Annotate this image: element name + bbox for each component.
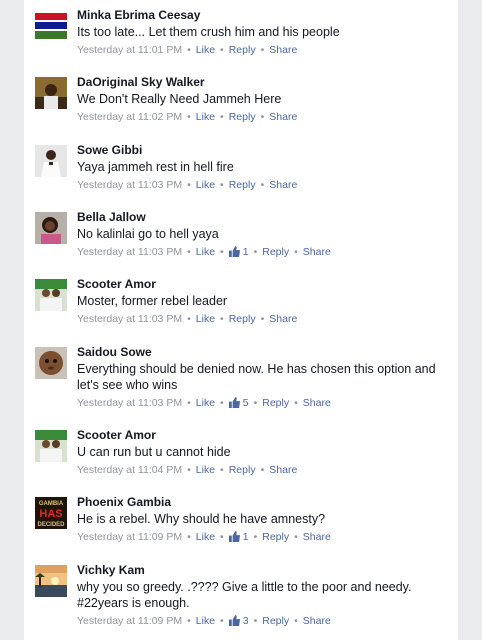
comment-author[interactable]: DaOriginal Sky Walker xyxy=(77,74,447,90)
avatar-woman-icon[interactable] xyxy=(35,212,67,244)
avatar-gambia-flag-icon[interactable] xyxy=(35,10,67,42)
share-button[interactable]: Share xyxy=(269,313,297,325)
comment-timestamp[interactable]: Yesterday at 11:09 PM xyxy=(77,615,182,627)
comment-text: No kalinlai go to hell yaya xyxy=(77,227,219,241)
comment-author[interactable]: Scooter Amor xyxy=(77,276,447,292)
reply-button[interactable]: Reply xyxy=(229,464,256,476)
reply-button[interactable]: Reply xyxy=(262,615,289,627)
like-count-value: 5 xyxy=(242,397,249,409)
like-button[interactable]: Like xyxy=(196,44,215,56)
avatar-group-photo-icon[interactable] xyxy=(35,430,67,462)
like-count-value: 3 xyxy=(242,615,249,627)
comment-meta: Yesterday at 11:03 PM • Like • 1 • Reply • Share xyxy=(77,246,331,258)
comment-author[interactable]: Saidou Sowe xyxy=(77,344,447,360)
comment-text: Its too late... Let them crush him and h… xyxy=(77,25,340,39)
like-count[interactable]: 1 xyxy=(228,531,249,543)
comment-timestamp[interactable]: Yesterday at 11:03 PM xyxy=(77,179,182,191)
share-button[interactable]: Share xyxy=(303,397,331,409)
avatar-man-white-shirt-icon[interactable] xyxy=(35,145,67,177)
comment-text: why you so greedy. .???? Give a little t… xyxy=(77,579,447,611)
comment-text: Yaya jammeh rest in hell fire xyxy=(77,160,234,174)
comment-meta: Yesterday at 11:04 PM • Like • Reply • Share xyxy=(77,464,298,476)
reply-button[interactable]: Reply xyxy=(262,246,289,258)
comment-timestamp[interactable]: Yesterday at 11:04 PM xyxy=(77,464,182,476)
comment-text: U can run but u cannot hide xyxy=(77,445,231,459)
like-button[interactable]: Like xyxy=(196,313,215,325)
comment-timestamp[interactable]: Yesterday at 11:03 PM xyxy=(77,246,182,258)
reply-button[interactable]: Reply xyxy=(229,111,256,123)
page: Minka Ebrima Ceesay Its too late... Let … xyxy=(0,0,482,640)
avatar-sunset-landscape-icon[interactable] xyxy=(35,565,67,597)
comment-meta: Yesterday at 11:01 PM • Like • Reply • Share xyxy=(77,44,298,56)
comment-author[interactable]: Minka Ebrima Ceesay xyxy=(77,7,447,23)
like-button[interactable]: Like xyxy=(196,397,215,409)
comment-text-part: is enough. xyxy=(128,596,190,610)
poster-lettering-decided: DECIDED xyxy=(37,522,65,528)
comment-feed: Minka Ebrima Ceesay Its too late... Let … xyxy=(24,0,458,640)
thumbs-up-icon xyxy=(228,531,240,542)
like-button[interactable]: Like xyxy=(196,246,215,258)
like-button[interactable]: Like xyxy=(196,111,215,123)
avatar-child-icon[interactable] xyxy=(35,347,67,379)
like-count[interactable]: 1 xyxy=(228,246,249,258)
comment-timestamp[interactable]: Yesterday at 11:01 PM xyxy=(77,44,182,56)
share-button[interactable]: Share xyxy=(269,464,297,476)
like-button[interactable]: Like xyxy=(196,531,215,543)
comment-timestamp[interactable]: Yesterday at 11:03 PM xyxy=(77,313,182,325)
comment-meta: Yesterday at 11:03 PM • Like • Reply • Share xyxy=(77,179,298,191)
avatar-man-icon[interactable] xyxy=(35,77,67,109)
like-count[interactable]: 3 xyxy=(228,615,249,627)
thumbs-up-icon xyxy=(228,615,240,626)
comment-timestamp[interactable]: Yesterday at 11:09 PM xyxy=(77,531,182,543)
like-count-value: 1 xyxy=(242,531,249,543)
share-button[interactable]: Share xyxy=(303,531,331,543)
comment-timestamp[interactable]: Yesterday at 11:03 PM xyxy=(77,397,182,409)
comment-meta: Yesterday at 11:09 PM • Like • 3 • Reply • Share xyxy=(77,615,331,627)
reply-button[interactable]: Reply xyxy=(262,397,289,409)
share-button[interactable]: Share xyxy=(303,246,331,258)
thumbs-up-icon xyxy=(228,397,240,408)
like-count[interactable]: 5 xyxy=(228,397,249,409)
comment-meta: Yesterday at 11:02 PM • Like • Reply • Share xyxy=(77,111,298,123)
share-button[interactable]: Share xyxy=(269,44,297,56)
comment-meta: Yesterday at 11:03 PM • Like • Reply • Share xyxy=(77,313,298,325)
reply-button[interactable]: Reply xyxy=(229,44,256,56)
like-button[interactable]: Like xyxy=(196,615,215,627)
hashtag-link[interactable]: #22years xyxy=(77,596,128,610)
comment-author[interactable]: Bella Jallow xyxy=(77,209,447,225)
share-button[interactable]: Share xyxy=(269,179,297,191)
comment-text: He is a rebel. Why should he have amnest… xyxy=(77,512,326,526)
poster-lettering-gambia: GAMBIA xyxy=(39,501,64,507)
comment-text: We Don't Really Need Jammeh Here xyxy=(77,92,282,106)
comment-timestamp[interactable]: Yesterday at 11:02 PM xyxy=(77,111,182,123)
comment-author[interactable]: Scooter Amor xyxy=(77,427,447,443)
comment-author[interactable]: Phoenix Gambia xyxy=(77,494,447,510)
like-count-value: 1 xyxy=(242,246,249,258)
like-button[interactable]: Like xyxy=(196,179,215,191)
share-button[interactable]: Share xyxy=(269,111,297,123)
reply-button[interactable]: Reply xyxy=(229,179,256,191)
comment-text: Everything should be denied now. He has … xyxy=(77,362,436,392)
comment-author[interactable]: Vichky Kam xyxy=(77,562,447,578)
share-button[interactable]: Share xyxy=(303,615,331,627)
reply-button[interactable]: Reply xyxy=(262,531,289,543)
avatar-gambia-has-decided-poster-icon[interactable]: GAMBIA HAS DECIDED xyxy=(35,497,67,529)
comment-text-part: why you so greedy. .???? Give a little t… xyxy=(77,580,412,594)
comment-meta: Yesterday at 11:03 PM • Like • 5 • Reply • Share xyxy=(77,397,331,409)
reply-button[interactable]: Reply xyxy=(229,313,256,325)
thumbs-up-icon xyxy=(228,246,240,257)
comment-meta: Yesterday at 11:09 PM • Like • 1 • Reply • Share xyxy=(77,531,331,543)
comment-author[interactable]: Sowe Gibbi xyxy=(77,142,447,158)
like-button[interactable]: Like xyxy=(196,464,215,476)
avatar-group-photo-icon[interactable] xyxy=(35,279,67,311)
comment-text: Moster, former rebel leader xyxy=(77,294,228,308)
poster-lettering-has: HAS xyxy=(39,508,62,520)
